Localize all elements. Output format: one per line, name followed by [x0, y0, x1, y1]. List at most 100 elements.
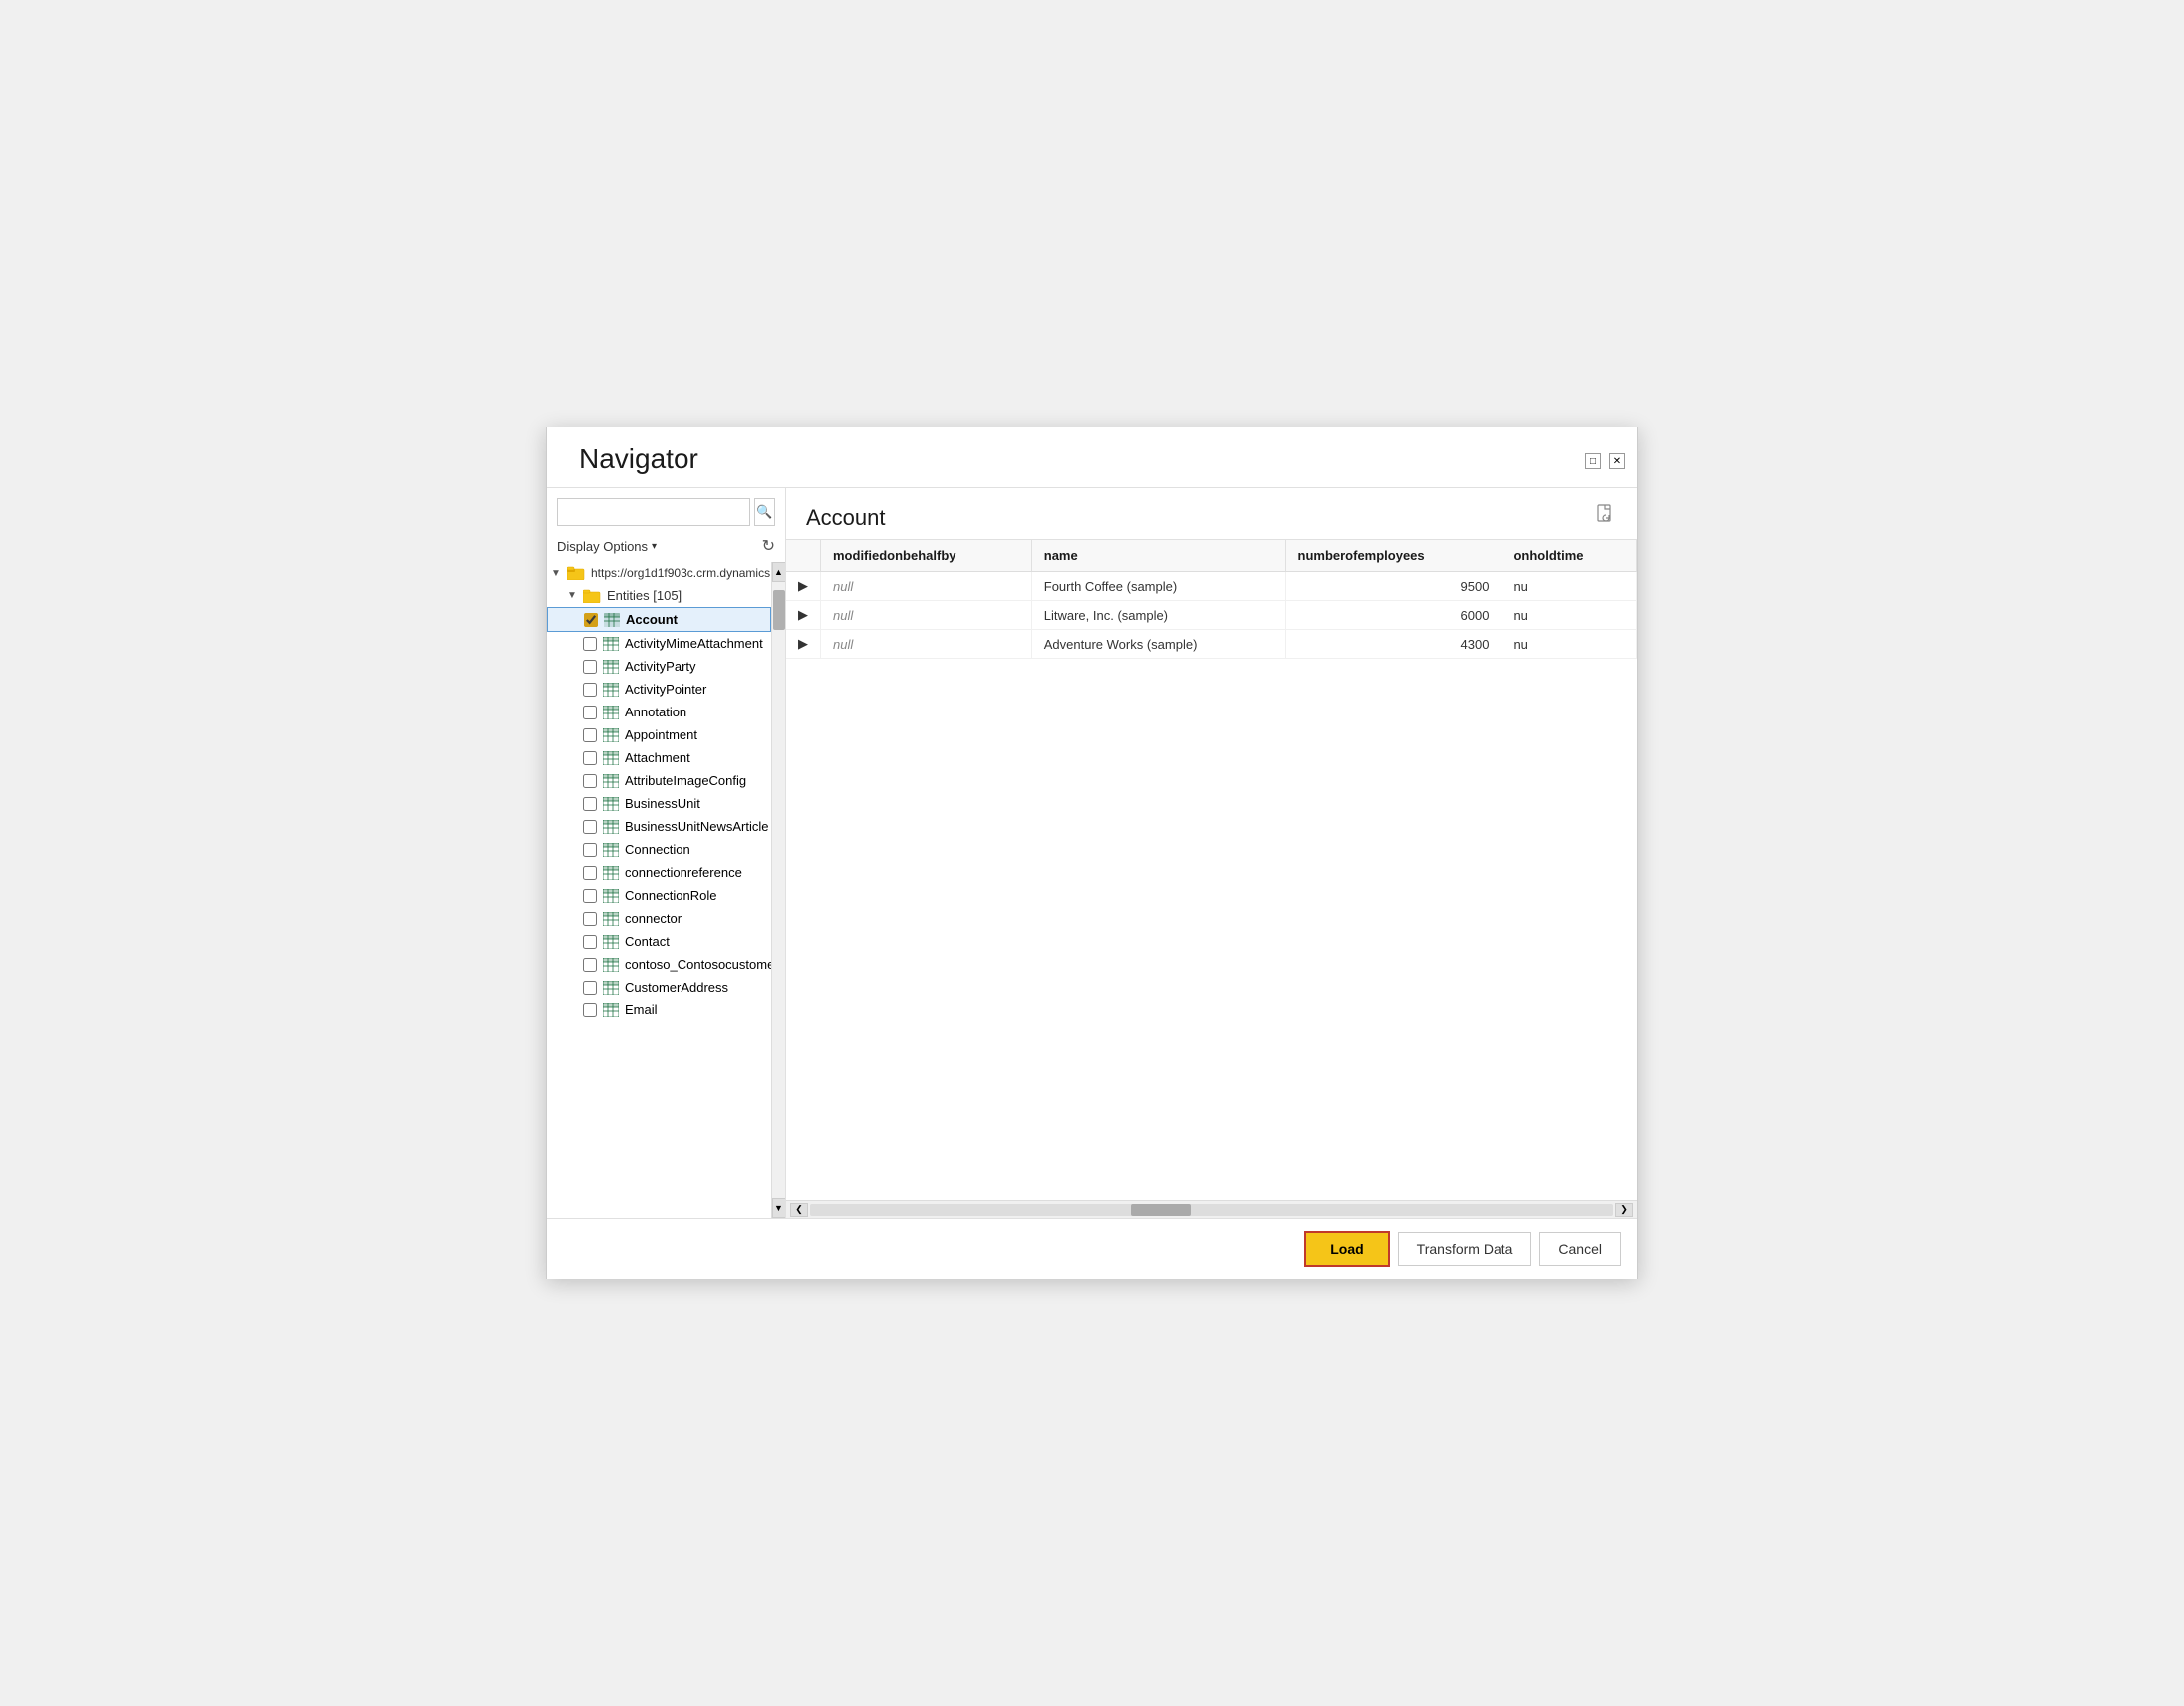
cell-onholdtime-0: nu	[1502, 572, 1637, 601]
connectionreference-label: connectionreference	[625, 865, 742, 880]
connector-checkbox[interactable]	[583, 912, 597, 926]
h-scroll-thumb[interactable]	[1131, 1204, 1191, 1216]
doc-refresh-icon-svg	[1595, 504, 1617, 526]
row-indicator-2: ▶	[786, 630, 821, 659]
tree-scroll-area[interactable]: ▼ https://org1d1f903c.crm.dynamics.com/ …	[547, 562, 771, 1218]
search-bar: 🔍	[547, 488, 785, 532]
tree-entity-appointment[interactable]: Appointment	[547, 723, 771, 746]
annotation-checkbox[interactable]	[583, 706, 597, 719]
table-header: modifiedonbehalfby name numberofemployee…	[786, 540, 1637, 572]
data-table: modifiedonbehalfby name numberofemployee…	[786, 540, 1637, 659]
h-scroll-track	[810, 1204, 1613, 1216]
tree-entity-connection[interactable]: Connection	[547, 838, 771, 861]
h-scroll-left-button[interactable]: ❮	[790, 1203, 808, 1217]
maximize-button[interactable]: □	[1585, 453, 1601, 469]
attributeimageconfig-label: AttributeImageConfig	[625, 773, 746, 788]
activityparty-checkbox[interactable]	[583, 660, 597, 674]
table-icon-connector	[603, 912, 619, 926]
main-content: 🔍 Display Options ▾ ↻ ▼	[547, 487, 1637, 1218]
tree-entity-businessunitnewsarticle[interactable]: BusinessUnitNewsArticle	[547, 815, 771, 838]
cancel-button[interactable]: Cancel	[1539, 1232, 1621, 1266]
customeraddress-checkbox[interactable]	[583, 981, 597, 995]
row-indicator-0: ▶	[786, 572, 821, 601]
tree-root-item[interactable]: ▼ https://org1d1f903c.crm.dynamics.com/ …	[547, 562, 771, 584]
attachment-checkbox[interactable]	[583, 751, 597, 765]
tree-entity-activityparty[interactable]: ActivityParty	[547, 655, 771, 678]
email-label: Email	[625, 1002, 658, 1017]
scroll-thumb[interactable]	[773, 590, 785, 630]
tree-entity-connectionrole[interactable]: ConnectionRole	[547, 884, 771, 907]
transform-data-button[interactable]: Transform Data	[1398, 1232, 1532, 1266]
cell-onholdtime-2: nu	[1502, 630, 1637, 659]
table-body: ▶ null Fourth Coffee (sample) 9500 nu ▶ …	[786, 572, 1637, 659]
row-indicator-header	[786, 540, 821, 572]
root-url-label: https://org1d1f903c.crm.dynamics.com/ [2…	[591, 566, 771, 580]
tree-entity-contact[interactable]: Contact	[547, 930, 771, 953]
preview-header: Account	[786, 488, 1637, 539]
entity-list: ActivityMimeAttachment ActivityParty	[547, 632, 771, 1021]
tree-entity-attributeimageconfig[interactable]: AttributeImageConfig	[547, 769, 771, 792]
preview-refresh-icon[interactable]	[1595, 504, 1617, 531]
scroll-up-button[interactable]: ▲	[772, 562, 786, 582]
table-icon-connectionrole	[603, 889, 619, 903]
activityparty-label: ActivityParty	[625, 659, 696, 674]
activitymimeattachment-label: ActivityMimeAttachment	[625, 636, 763, 651]
appointment-label: Appointment	[625, 727, 697, 742]
contact-checkbox[interactable]	[583, 935, 597, 949]
search-button[interactable]: 🔍	[754, 498, 775, 526]
entities-label: Entities [105]	[607, 588, 682, 603]
table-icon-account	[604, 613, 620, 627]
connection-label: Connection	[625, 842, 690, 857]
appointment-checkbox[interactable]	[583, 728, 597, 742]
tree-entity-activitypointer[interactable]: ActivityPointer	[547, 678, 771, 701]
tree-entity-connector[interactable]: connector	[547, 907, 771, 930]
cell-onholdtime-1: nu	[1502, 601, 1637, 630]
contact-label: Contact	[625, 934, 670, 949]
cell-modifiedonbehalfby-1: null	[821, 601, 1032, 630]
refresh-button[interactable]: ↻	[762, 536, 775, 556]
tree-entity-account[interactable]: Account	[547, 607, 771, 632]
tree-entity-annotation[interactable]: Annotation	[547, 701, 771, 723]
table-icon-annotation	[603, 706, 619, 719]
connectionreference-checkbox[interactable]	[583, 866, 597, 880]
display-options-button[interactable]: Display Options ▾	[557, 539, 657, 554]
activitypointer-checkbox[interactable]	[583, 683, 597, 697]
table-icon-activitymimeattachment	[603, 637, 619, 651]
table-icon-email	[603, 1003, 619, 1017]
tree-entity-attachment[interactable]: Attachment	[547, 746, 771, 769]
businessunitnewsarticle-checkbox[interactable]	[583, 820, 597, 834]
close-button[interactable]: ✕	[1609, 453, 1625, 469]
refresh-icon: ↻	[762, 538, 775, 555]
connectionrole-checkbox[interactable]	[583, 889, 597, 903]
display-options-row: Display Options ▾ ↻	[547, 532, 785, 562]
load-button[interactable]: Load	[1304, 1231, 1389, 1267]
search-input[interactable]	[557, 498, 750, 526]
connection-checkbox[interactable]	[583, 843, 597, 857]
account-checkbox[interactable]	[584, 613, 598, 627]
entities-folder-icon	[583, 589, 601, 603]
businessunit-label: BusinessUnit	[625, 796, 700, 811]
scrollbar-track: ▲ ▼	[771, 562, 785, 1218]
cell-name-2: Adventure Works (sample)	[1031, 630, 1285, 659]
activitymimeattachment-checkbox[interactable]	[583, 637, 597, 651]
tree-entity-email[interactable]: Email	[547, 998, 771, 1021]
tree-entity-contoso_contosocustomentity[interactable]: contoso_Contosocustomentity	[547, 953, 771, 976]
connectionrole-label: ConnectionRole	[625, 888, 717, 903]
businessunit-checkbox[interactable]	[583, 797, 597, 811]
cell-numberofemployees-2: 4300	[1285, 630, 1502, 659]
table-row: ▶ null Fourth Coffee (sample) 9500 nu	[786, 572, 1637, 601]
h-scroll-right-button[interactable]: ❯	[1615, 1203, 1633, 1217]
tree-entity-connectionreference[interactable]: connectionreference	[547, 861, 771, 884]
contoso_contosocustomentity-checkbox[interactable]	[583, 958, 597, 972]
cell-numberofemployees-1: 6000	[1285, 601, 1502, 630]
left-panel: 🔍 Display Options ▾ ↻ ▼	[547, 488, 786, 1218]
tree-entity-activitymimeattachment[interactable]: ActivityMimeAttachment	[547, 632, 771, 655]
tree-entities-item[interactable]: ▼ Entities [105]	[547, 584, 771, 607]
tree-entity-customeraddress[interactable]: CustomerAddress	[547, 976, 771, 998]
col-header-numberofemployees: numberofemployees	[1285, 540, 1502, 572]
cell-name-0: Fourth Coffee (sample)	[1031, 572, 1285, 601]
email-checkbox[interactable]	[583, 1003, 597, 1017]
tree-entity-businessunit[interactable]: BusinessUnit	[547, 792, 771, 815]
attributeimageconfig-checkbox[interactable]	[583, 774, 597, 788]
scroll-down-button[interactable]: ▼	[772, 1198, 786, 1218]
